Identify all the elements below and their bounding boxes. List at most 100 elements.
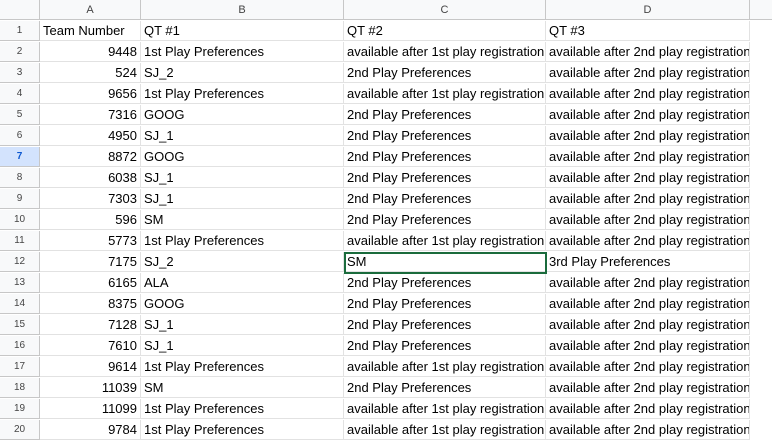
cell-team-number[interactable]: 6038 <box>40 168 141 188</box>
cell-team-number[interactable]: 7175 <box>40 252 141 272</box>
cell-qt1[interactable]: SJ_1 <box>141 336 344 356</box>
row-header[interactable]: 6 <box>0 126 40 146</box>
cell-team-number[interactable]: 524 <box>40 63 141 83</box>
cell-qt3[interactable]: available after 2nd play registration <box>546 357 750 377</box>
cell-team-number[interactable]: 5773 <box>40 231 141 251</box>
row-header[interactable]: 16 <box>0 336 40 356</box>
cell-qt1[interactable]: SJ_1 <box>141 126 344 146</box>
row-header[interactable]: 2 <box>0 42 40 62</box>
row-header[interactable]: 3 <box>0 63 40 83</box>
cell-qt1[interactable]: 1st Play Preferences <box>141 357 344 377</box>
cell-qt3[interactable]: available after 2nd play registration <box>546 378 750 398</box>
select-all-corner[interactable] <box>0 0 40 20</box>
cell-qt3[interactable]: available after 2nd play registration <box>546 189 750 209</box>
cell-qt2[interactable]: available after 1st play registration <box>344 357 546 377</box>
cell-qt2-header[interactable]: QT #2 <box>344 21 546 41</box>
cell-qt1[interactable]: 1st Play Preferences <box>141 231 344 251</box>
row-header[interactable]: 4 <box>0 84 40 104</box>
cell-qt1[interactable]: 1st Play Preferences <box>141 420 344 440</box>
cell-qt2[interactable]: 2nd Play Preferences <box>344 378 546 398</box>
cell-team-number[interactable]: 596 <box>40 210 141 230</box>
row-header[interactable]: 9 <box>0 189 40 209</box>
cell-team-number[interactable]: 8375 <box>40 294 141 314</box>
cell-team-number[interactable]: 9784 <box>40 420 141 440</box>
cell-qt3[interactable]: available after 2nd play registration <box>546 84 750 104</box>
cell-qt1[interactable]: ALA <box>141 273 344 293</box>
cell-qt1[interactable]: SJ_1 <box>141 189 344 209</box>
cell-qt1[interactable]: SJ_1 <box>141 168 344 188</box>
row-header[interactable]: 14 <box>0 294 40 314</box>
cell-qt2[interactable]: available after 1st play registration <box>344 399 546 419</box>
row-header[interactable]: 19 <box>0 399 40 419</box>
cell-qt2[interactable]: 2nd Play Preferences <box>344 294 546 314</box>
cell-team-number[interactable]: 7303 <box>40 189 141 209</box>
spreadsheet-grid[interactable]: A B C D 1 Team Number QT #1 QT #2 QT #3 … <box>0 0 772 442</box>
cell-qt2[interactable]: 2nd Play Preferences <box>344 147 546 167</box>
cell-qt2[interactable]: 2nd Play Preferences <box>344 273 546 293</box>
cell-qt3[interactable]: available after 2nd play registration <box>546 273 750 293</box>
cell-qt2[interactable]: SM <box>344 252 546 272</box>
cell-qt3[interactable]: available after 2nd play registration <box>546 126 750 146</box>
cell-team-number[interactable]: 6165 <box>40 273 141 293</box>
row-header[interactable]: 17 <box>0 357 40 377</box>
cell-qt2[interactable]: 2nd Play Preferences <box>344 105 546 125</box>
cell-qt3[interactable]: available after 2nd play registration <box>546 420 750 440</box>
cell-qt3[interactable]: available after 2nd play registration <box>546 147 750 167</box>
cell-qt3[interactable]: 3rd Play Preferences <box>546 252 750 272</box>
cell-qt1-header[interactable]: QT #1 <box>141 21 344 41</box>
row-header[interactable]: 20 <box>0 420 40 440</box>
cell-team-number[interactable]: 4950 <box>40 126 141 146</box>
cell-qt2[interactable]: 2nd Play Preferences <box>344 189 546 209</box>
cell-team-number[interactable]: 9448 <box>40 42 141 62</box>
cell-qt3[interactable]: available after 2nd play registration <box>546 168 750 188</box>
cell-qt2[interactable]: available after 1st play registration <box>344 84 546 104</box>
cell-qt1[interactable]: SJ_2 <box>141 63 344 83</box>
cell-team-number[interactable]: 11099 <box>40 399 141 419</box>
cell-qt2[interactable]: available after 1st play registration <box>344 42 546 62</box>
cell-qt3[interactable]: available after 2nd play registration <box>546 294 750 314</box>
cell-team-number-header[interactable]: Team Number <box>40 21 141 41</box>
cell-qt3[interactable]: available after 2nd play registration <box>546 42 750 62</box>
cell-qt2[interactable]: 2nd Play Preferences <box>344 336 546 356</box>
cell-team-number[interactable]: 7316 <box>40 105 141 125</box>
row-header[interactable]: 10 <box>0 210 40 230</box>
cell-qt3[interactable]: available after 2nd play registration <box>546 231 750 251</box>
cell-qt3[interactable]: available after 2nd play registration <box>546 399 750 419</box>
cell-qt2[interactable]: available after 1st play registration <box>344 231 546 251</box>
cell-qt3[interactable]: available after 2nd play registration <box>546 63 750 83</box>
cell-team-number[interactable]: 11039 <box>40 378 141 398</box>
column-header-d[interactable]: D <box>546 0 750 20</box>
cell-qt3[interactable]: available after 2nd play registration <box>546 336 750 356</box>
row-header[interactable]: 12 <box>0 252 40 272</box>
row-header[interactable]: 8 <box>0 168 40 188</box>
cell-qt2[interactable]: 2nd Play Preferences <box>344 126 546 146</box>
column-header-a[interactable]: A <box>40 0 141 20</box>
cell-qt1[interactable]: GOOG <box>141 105 344 125</box>
row-header[interactable]: 15 <box>0 315 40 335</box>
column-header-c[interactable]: C <box>344 0 546 20</box>
cell-team-number[interactable]: 8872 <box>40 147 141 167</box>
cell-qt2[interactable]: 2nd Play Preferences <box>344 168 546 188</box>
cell-qt2[interactable]: 2nd Play Preferences <box>344 63 546 83</box>
cell-qt1[interactable]: SM <box>141 210 344 230</box>
cell-qt2[interactable]: 2nd Play Preferences <box>344 210 546 230</box>
row-header[interactable]: 18 <box>0 378 40 398</box>
cell-qt1[interactable]: 1st Play Preferences <box>141 84 344 104</box>
cell-qt1[interactable]: SM <box>141 378 344 398</box>
cell-qt2[interactable]: 2nd Play Preferences <box>344 315 546 335</box>
row-header[interactable]: 1 <box>0 21 40 41</box>
cell-qt3[interactable]: available after 2nd play registration <box>546 105 750 125</box>
row-header[interactable]: 5 <box>0 105 40 125</box>
cell-qt1[interactable]: 1st Play Preferences <box>141 42 344 62</box>
cell-qt1[interactable]: GOOG <box>141 147 344 167</box>
cell-team-number[interactable]: 7610 <box>40 336 141 356</box>
cell-team-number[interactable]: 9614 <box>40 357 141 377</box>
row-header[interactable]: 13 <box>0 273 40 293</box>
row-header[interactable]: 11 <box>0 231 40 251</box>
row-header[interactable]: 7 <box>0 147 40 167</box>
cell-team-number[interactable]: 7128 <box>40 315 141 335</box>
column-header-b[interactable]: B <box>141 0 344 20</box>
cell-qt1[interactable]: 1st Play Preferences <box>141 399 344 419</box>
cell-qt3-header[interactable]: QT #3 <box>546 21 750 41</box>
cell-qt1[interactable]: SJ_2 <box>141 252 344 272</box>
